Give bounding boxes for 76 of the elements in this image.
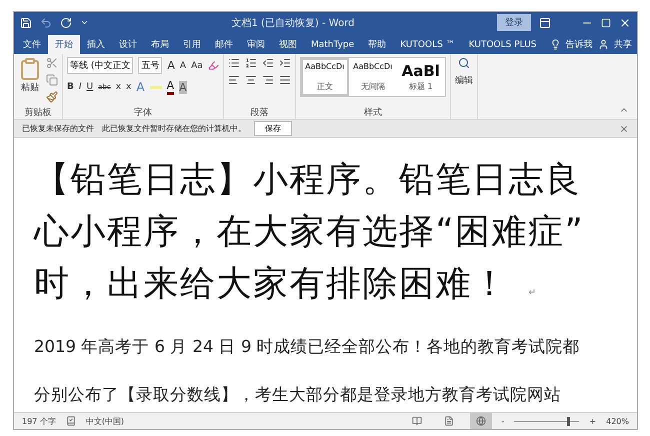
ribbon-tab[interactable]: 引用 (176, 35, 208, 54)
subscript-button[interactable]: x (116, 82, 122, 92)
ribbon-tab[interactable]: 设计 (112, 35, 144, 54)
align-right-icon[interactable] (262, 74, 274, 86)
paste-button[interactable]: 粘贴 (18, 57, 42, 106)
page-icon (444, 416, 454, 426)
group-label: 样式 (362, 106, 383, 119)
italic-button[interactable]: I (78, 82, 82, 92)
close-icon[interactable] (619, 124, 629, 134)
word-count: 197 个字 (22, 416, 56, 426)
format-painter-icon[interactable] (46, 91, 58, 103)
proofing-icon[interactable] (66, 416, 76, 426)
style-item[interactable]: AaBbCcDı 正文 (300, 58, 349, 96)
font-size-field[interactable]: 五号 (138, 57, 162, 74)
ribbon-tab[interactable]: 邮件 (208, 35, 240, 54)
underline-button[interactable]: U (86, 82, 94, 92)
copy-icon[interactable] (46, 74, 58, 86)
zoom-level: 420% (606, 416, 629, 426)
font-color-button[interactable]: A (166, 79, 174, 95)
info-message: 此已恢复文件暂时存储在您的计算机中。 (102, 123, 246, 134)
ribbon-tab[interactable]: KUTOOLS PLUS (462, 35, 544, 54)
increase-indent-icon[interactable] (278, 57, 291, 69)
undo-icon[interactable] (40, 16, 52, 28)
change-case-button[interactable]: Aa (191, 60, 203, 70)
close-icon[interactable] (619, 16, 631, 28)
ribbon-tab[interactable]: 开始 (48, 35, 80, 54)
zoom-slider-thumb[interactable] (567, 416, 570, 426)
font-name-field[interactable]: 等线 (中文正文 (67, 57, 134, 74)
tell-me-button[interactable]: 告诉我 (560, 35, 598, 54)
window-title: 文档1 (已自动恢复) - Word (230, 16, 356, 30)
group-label: 剪贴板 (24, 106, 52, 119)
save-icon[interactable] (20, 16, 32, 28)
ribbon-tab[interactable]: 审阅 (240, 35, 272, 54)
group-label: 字体 (132, 106, 153, 119)
align-center-icon[interactable] (244, 74, 257, 86)
ribbon-display-icon[interactable] (539, 16, 551, 28)
ribbon-tab[interactable]: MathType (304, 35, 362, 54)
numbering-icon[interactable] (244, 57, 257, 69)
ribbon-tab[interactable]: 文件 (16, 35, 48, 54)
clipboard-icon (18, 57, 42, 81)
character-shading-button[interactable]: A (179, 80, 187, 94)
scissors-icon[interactable] (46, 57, 58, 69)
person-icon (598, 39, 609, 50)
globe-icon (476, 416, 486, 426)
lightbulb-icon (550, 39, 560, 50)
shrink-font-button[interactable]: A (180, 60, 186, 70)
ribbon-tab[interactable]: 帮助 (361, 35, 394, 54)
info-title: 已恢复未保存的文件 (22, 123, 94, 134)
heading-text: 【铅笔日志】小程序。铅笔日志良 心小程序，在大家有选择“困难症” 时，出来给大家有排除困难！ ↵ (34, 159, 586, 306)
ribbon-tab[interactable]: KUTOOLS ™ (393, 35, 462, 54)
zoom-out-button[interactable]: - (502, 416, 504, 426)
ribbon-tab[interactable]: 插入 (80, 35, 112, 54)
highlight-color-icon[interactable] (150, 86, 162, 88)
decrease-indent-icon[interactable] (262, 57, 274, 69)
superscript-button[interactable]: x (126, 82, 132, 92)
ribbon-tab[interactable]: 布局 (144, 35, 176, 54)
bold-button[interactable]: B (67, 82, 74, 92)
view-button[interactable] (470, 413, 492, 429)
redo-icon[interactable] (60, 16, 72, 28)
search-icon[interactable] (458, 57, 470, 69)
grow-font-button[interactable]: A (167, 59, 175, 72)
text-effects-button[interactable]: A (136, 80, 145, 94)
maximize-icon[interactable] (601, 18, 611, 28)
login-button[interactable]: 登录 (497, 14, 531, 31)
group-label: 段落 (249, 106, 270, 119)
customize-icon[interactable] (80, 18, 89, 27)
save-button[interactable]: 保存 (254, 121, 292, 136)
editing-button[interactable]: 编辑 (454, 74, 473, 87)
body-paragraph: 2019 年高考于 6 月 24 日 9 时成绩已经全部公布！各地的教育考试院都 分别公布了【录取分数线】，考生大部分都是登录地方教育考试院网站 (34, 336, 581, 406)
language-label: 中文(中国) (86, 416, 124, 426)
share-button[interactable]: 共享 (609, 35, 637, 54)
book-icon (412, 416, 422, 426)
align-left-icon[interactable] (228, 74, 240, 86)
ribbon-tab[interactable]: 视图 (272, 35, 304, 54)
justify-icon[interactable] (278, 74, 291, 86)
zoom-in-button[interactable]: + (589, 416, 596, 426)
